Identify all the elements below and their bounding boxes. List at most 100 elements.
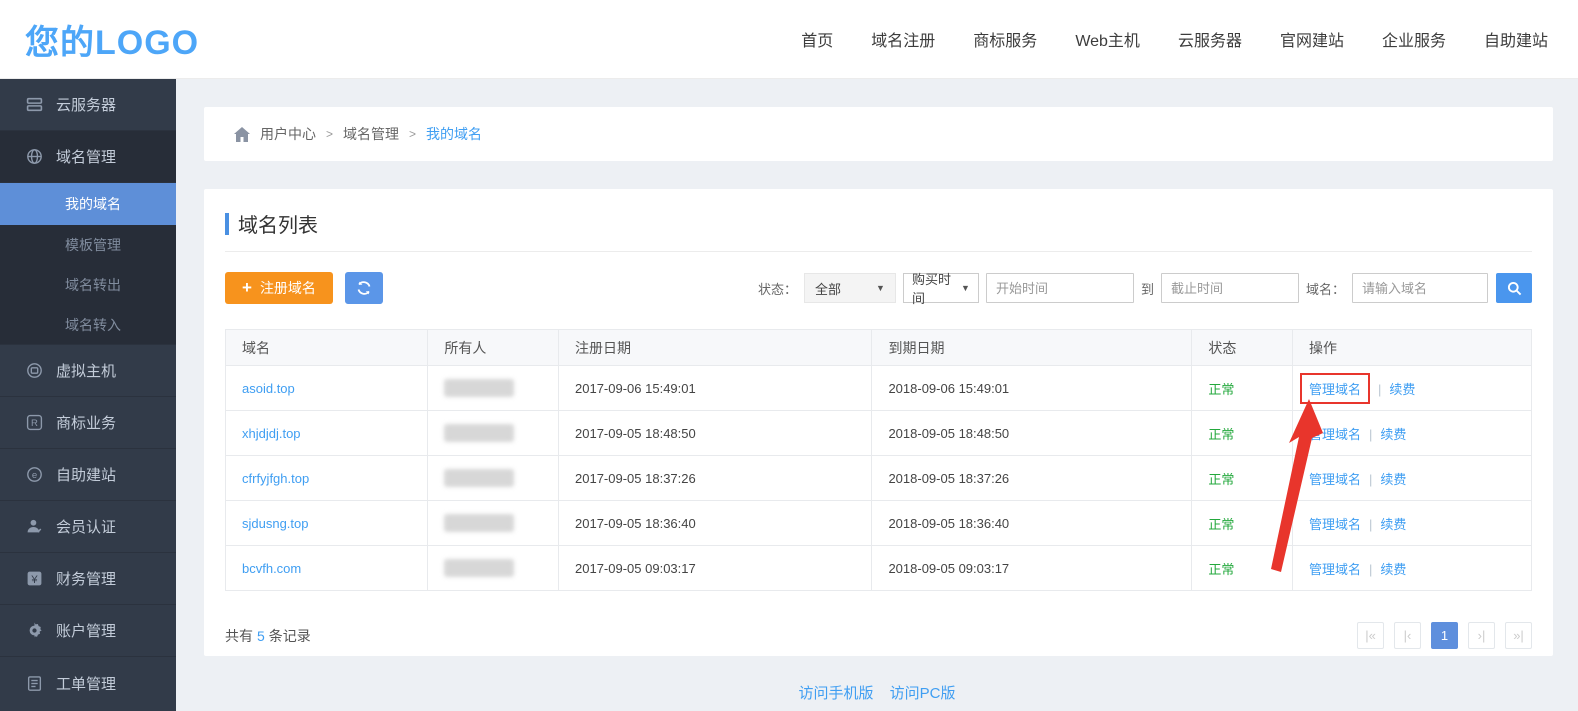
nav-enterprise-service[interactable]: 企业服务 (1382, 27, 1446, 51)
owner-redacted (444, 559, 514, 577)
nav-domain-register[interactable]: 域名注册 (871, 27, 935, 51)
registered-date: 2017-09-06 15:49:01 (575, 381, 696, 396)
search-button[interactable] (1496, 273, 1532, 303)
sidebar-item-self-build[interactable]: e 自助建站 (0, 449, 176, 501)
mobile-version-link[interactable]: 访问手机版 (798, 685, 873, 702)
top-navigation: 首页 域名注册 商标服务 Web主机 云服务器 官网建站 企业服务 自助建站 (801, 27, 1548, 51)
refresh-button[interactable] (345, 272, 383, 304)
nav-website-build[interactable]: 官网建站 (1280, 27, 1344, 51)
sidebar-item-domain-transfer-in[interactable]: 域名转入 (0, 305, 176, 345)
breadcrumb: 用户中心 > 域名管理 > 我的域名 (204, 107, 1553, 161)
renew-link[interactable]: 续费 (1380, 472, 1406, 487)
nav-self-build[interactable]: 自助建站 (1484, 27, 1548, 51)
top-header: 您的LOGO 首页 域名注册 商标服务 Web主机 云服务器 官网建站 企业服务… (0, 0, 1578, 79)
domain-link[interactable]: sjdusng.top (242, 516, 309, 531)
renew-link[interactable]: 续费 (1380, 562, 1406, 577)
registered-date: 2017-09-05 09:03:17 (575, 561, 696, 576)
nav-trademark-service[interactable]: 商标服务 (973, 27, 1037, 51)
domain-link[interactable]: asoid.top (242, 381, 295, 396)
status-select[interactable]: 全部 ▼ (804, 273, 896, 303)
pagination-prev-button[interactable]: |‹ (1394, 622, 1421, 649)
owner-redacted (444, 424, 514, 442)
sidebar-item-trademark-business[interactable]: R 商标业务 (0, 397, 176, 449)
page-title-row: 域名列表 (225, 189, 1532, 252)
trademark-icon: R (26, 414, 43, 431)
domain-table: 域名 所有人 注册日期 到期日期 状态 操作 asoid.top 2017-09… (225, 329, 1532, 591)
manage-domain-link[interactable]: 管理域名 (1309, 427, 1361, 442)
domain-link[interactable]: xhjdjdj.top (242, 426, 301, 441)
finance-icon: ¥ (26, 570, 43, 587)
status-filter-label: 状态： (758, 279, 797, 298)
sidebar-item-finance[interactable]: ¥ 财务管理 (0, 553, 176, 605)
sidebar-item-domain-transfer-out[interactable]: 域名转出 (0, 265, 176, 305)
member-verify-icon (26, 518, 43, 535)
table-row: bcvfh.com 2017-09-05 09:03:17 2018-09-05… (226, 546, 1532, 591)
time-type-select[interactable]: 购买时间 ▼ (903, 273, 979, 303)
pagination-first-button[interactable]: |« (1357, 622, 1384, 649)
sidebar-item-my-domains[interactable]: 我的域名 (0, 183, 176, 225)
renew-link[interactable]: 续费 (1389, 382, 1415, 397)
sidebar: 云服务器 域名管理 我的域名 模板管理 域名转出 域名转入 虚拟主机 R 商标业… (0, 79, 176, 711)
chevron-down-icon: ▼ (961, 283, 970, 293)
domain-link[interactable]: bcvfh.com (242, 561, 301, 576)
expire-date: 2018-09-05 09:03:17 (888, 561, 1009, 576)
breadcrumb-separator: > (409, 127, 416, 141)
sidebar-item-cloud-server[interactable]: 云服务器 (0, 79, 176, 131)
record-count-prefix: 共有 (225, 628, 253, 644)
page-footer: 访问手机版 访问PC版 (176, 682, 1578, 703)
breadcrumb-user-center[interactable]: 用户中心 (260, 124, 316, 144)
search-icon (1507, 281, 1522, 296)
breadcrumb-my-domains[interactable]: 我的域名 (426, 124, 482, 144)
manage-domain-link[interactable]: 管理域名 (1309, 517, 1361, 532)
col-header-actions: 操作 (1292, 330, 1531, 366)
nav-home[interactable]: 首页 (801, 27, 833, 51)
sidebar-item-member-verify[interactable]: 会员认证 (0, 501, 176, 553)
manage-domain-link[interactable]: 管理域名 (1309, 562, 1361, 577)
domain-link[interactable]: cfrfyjfgh.top (242, 471, 309, 486)
start-date-input[interactable] (986, 273, 1134, 303)
table-row: asoid.top 2017-09-06 15:49:01 2018-09-06… (226, 366, 1532, 411)
table-header-row: 域名 所有人 注册日期 到期日期 状态 操作 (226, 330, 1532, 366)
pagination-last-button[interactable]: »| (1505, 622, 1532, 649)
nav-cloud-server[interactable]: 云服务器 (1178, 27, 1242, 51)
expire-date: 2018-09-05 18:37:26 (888, 471, 1009, 486)
svg-text:R: R (31, 418, 38, 429)
virtual-host-icon (26, 362, 43, 379)
nav-web-hosting[interactable]: Web主机 (1075, 27, 1140, 51)
time-type-value: 购买时间 (912, 269, 961, 307)
col-header-registered: 注册日期 (559, 330, 872, 366)
end-date-input[interactable] (1161, 273, 1299, 303)
manage-domain-link[interactable]: 管理域名 (1309, 472, 1361, 487)
pagination-next-button[interactable]: ›| (1468, 622, 1495, 649)
breadcrumb-separator: > (326, 127, 333, 141)
logo[interactable]: 您的LOGO (25, 15, 199, 64)
col-header-expires: 到期日期 (872, 330, 1192, 366)
sidebar-item-label: 工单管理 (56, 673, 116, 694)
sidebar-item-template-management[interactable]: 模板管理 (0, 225, 176, 265)
status-badge: 正常 (1208, 427, 1234, 442)
register-domain-button[interactable]: + 注册域名 (225, 272, 333, 304)
home-icon (234, 127, 250, 142)
renew-link[interactable]: 续费 (1380, 427, 1406, 442)
pagination-page-1[interactable]: 1 (1431, 622, 1458, 649)
domain-search-input[interactable] (1352, 273, 1488, 303)
status-badge: 正常 (1208, 562, 1234, 577)
renew-link[interactable]: 续费 (1380, 517, 1406, 532)
pc-version-link[interactable]: 访问PC版 (890, 685, 956, 702)
sidebar-item-virtual-host[interactable]: 虚拟主机 (0, 345, 176, 397)
registered-date: 2017-09-05 18:48:50 (575, 426, 696, 441)
owner-redacted (444, 514, 514, 532)
toolbar: + 注册域名 状态： 全部 ▼ 购买时间 ▼ (225, 272, 1532, 304)
col-header-owner: 所有人 (428, 330, 559, 366)
sidebar-item-domain-management[interactable]: 域名管理 (0, 131, 176, 183)
plus-icon: + (242, 278, 252, 298)
manage-domain-link[interactable]: 管理域名 (1309, 382, 1361, 397)
filter-bar: 状态： 全部 ▼ 购买时间 ▼ 到 域名： (758, 273, 1532, 303)
sidebar-item-tickets[interactable]: 工单管理 (0, 657, 176, 709)
table-row: cfrfyjfgh.top 2017-09-05 18:37:26 2018-0… (226, 456, 1532, 501)
annotation-highlight-box: 管理域名 (1300, 373, 1370, 404)
breadcrumb-domain-management[interactable]: 域名管理 (343, 124, 399, 144)
action-separator: | (1369, 472, 1372, 487)
sidebar-item-account[interactable]: 账户管理 (0, 605, 176, 657)
sidebar-item-label: 我的域名 (65, 194, 121, 214)
